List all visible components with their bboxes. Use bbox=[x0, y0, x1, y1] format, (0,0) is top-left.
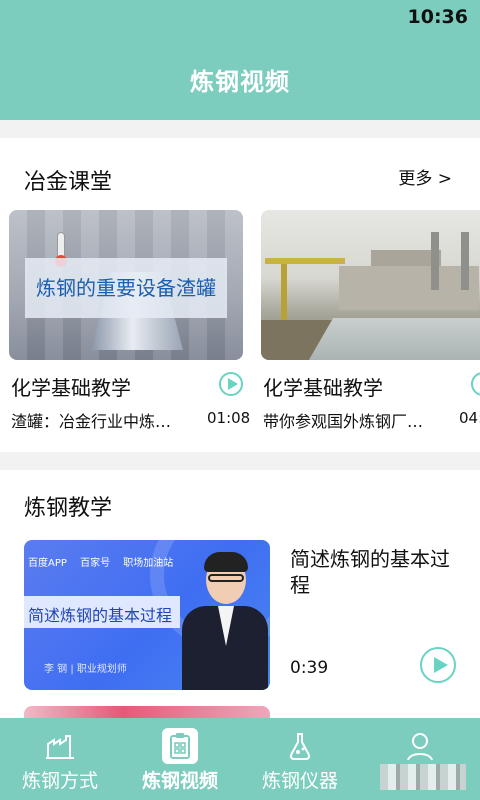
user-icon bbox=[407, 733, 433, 761]
thumbnail-logo-strip: 百度APP 百家号 职场加油站 bbox=[24, 554, 183, 569]
section-title: 炼钢教学 bbox=[24, 496, 113, 521]
lesson-duration: 0:39 bbox=[290, 658, 329, 678]
app-header: 炼钢视频 bbox=[0, 36, 480, 120]
nav-label: 炼钢视频 bbox=[141, 770, 218, 792]
nav-item-steelmaking-videos[interactable]: 炼钢视频 bbox=[120, 718, 240, 800]
logo-text: 百度APP bbox=[28, 558, 67, 569]
play-icon[interactable] bbox=[471, 372, 480, 396]
section-title: 冶金课堂 bbox=[24, 170, 113, 195]
video-description: 渣罐：冶金行业中炼… bbox=[11, 412, 172, 431]
nav-label: 炼钢仪器 bbox=[261, 770, 338, 792]
thumbnail-banner-text: 炼钢的重要设备渣罐 bbox=[36, 276, 216, 300]
chimney-image bbox=[461, 232, 469, 290]
video-duration: 04: bbox=[459, 409, 480, 427]
thumbnail-banner-text: 简述炼钢的基本过程 bbox=[28, 606, 173, 625]
video-title: 化学基础教学 bbox=[11, 376, 131, 400]
thumbnail-banner: 简述炼钢的基本过程 bbox=[24, 596, 180, 628]
logo-text: 百家号 bbox=[80, 558, 111, 569]
video-description: 带你参观国外炼钢厂… bbox=[263, 412, 424, 431]
play-icon[interactable] bbox=[219, 372, 243, 396]
nav-item-steelmaking-instruments[interactable]: 炼钢仪器 bbox=[240, 718, 360, 800]
video-clipboard-icon bbox=[162, 728, 198, 764]
thumbnail-caption: 李 钢 | 职业规划师 bbox=[44, 664, 127, 675]
factory-icon bbox=[46, 735, 74, 759]
canal-image bbox=[308, 318, 480, 360]
status-bar: 10:36 bbox=[0, 0, 480, 36]
video-duration: 01:08 bbox=[207, 409, 251, 427]
video-thumbnail[interactable]: 炼钢的重要设备渣罐 bbox=[9, 210, 243, 360]
crane-image bbox=[265, 258, 345, 264]
factory-image bbox=[339, 266, 479, 310]
lesson-thumbnail[interactable]: 百度APP 百家号 职场加油站 简述炼钢的基本过程 李 钢 | 职业规划师 bbox=[24, 540, 270, 690]
presenter-image bbox=[182, 550, 268, 690]
nav-item-steelmaking-methods[interactable]: 炼钢方式 bbox=[0, 718, 120, 800]
video-title: 化学基础教学 bbox=[263, 376, 383, 400]
more-button[interactable]: 更多 > bbox=[398, 164, 452, 189]
page-title: 炼钢视频 bbox=[190, 68, 290, 96]
flask-icon bbox=[289, 733, 311, 760]
logo-text: 职场加油站 bbox=[123, 558, 174, 569]
video-thumbnail[interactable] bbox=[261, 210, 480, 360]
next-lesson-thumbnail[interactable] bbox=[24, 706, 270, 718]
chimney-image bbox=[431, 232, 439, 290]
status-time: 10:36 bbox=[407, 6, 468, 28]
metallurgy-class-section: 冶金课堂 更多 > 炼钢的重要设备渣罐 化学基础教学 渣罐：冶金行业中炼… 01… bbox=[0, 138, 480, 452]
crane-image bbox=[281, 264, 287, 324]
lesson-title: 简述炼钢的基本过程 bbox=[290, 547, 450, 597]
nav-label: 炼钢方式 bbox=[21, 770, 98, 792]
steelmaking-teaching-section: 炼钢教学 百度APP 百家号 职场加油站 简述炼钢的基本过程 李 钢 | 职业规… bbox=[0, 470, 480, 720]
play-icon[interactable] bbox=[420, 647, 456, 683]
obscured-label bbox=[380, 764, 466, 790]
thumbnail-banner: 炼钢的重要设备渣罐 bbox=[25, 258, 227, 318]
